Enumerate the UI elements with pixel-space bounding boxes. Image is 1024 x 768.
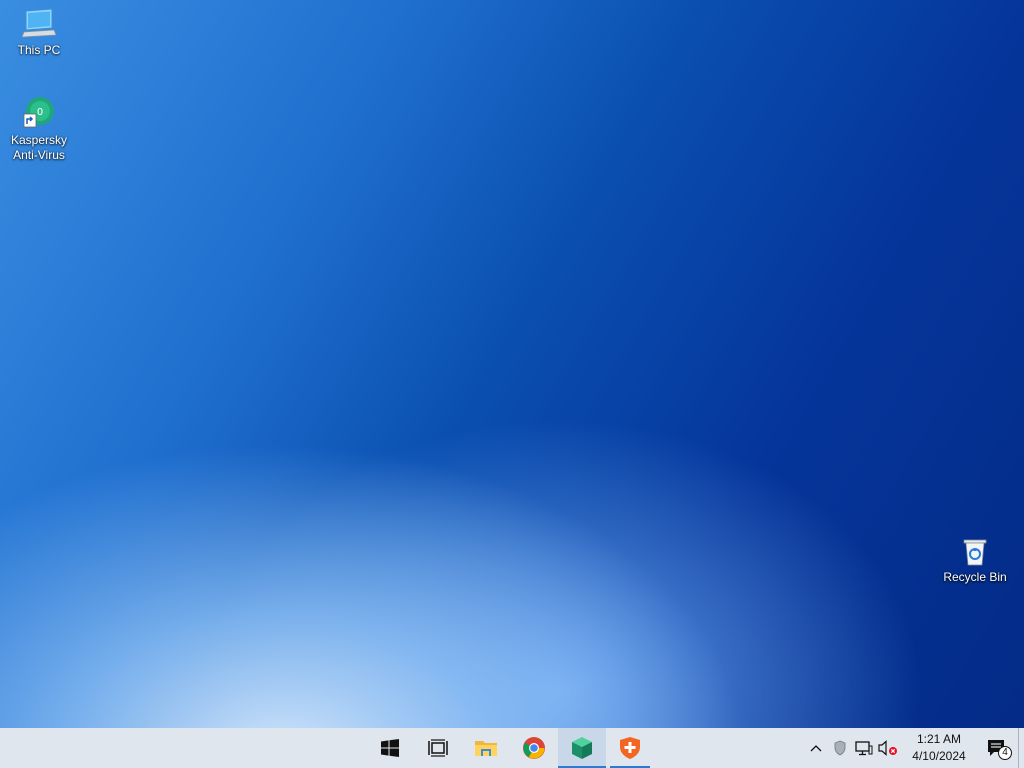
desktop-icon-recycle-bin[interactable]: Recycle Bin bbox=[937, 535, 1013, 585]
security-app-button[interactable] bbox=[606, 728, 654, 768]
windows-logo-icon bbox=[381, 739, 399, 757]
task-view-button[interactable] bbox=[414, 728, 462, 768]
this-pc-icon bbox=[22, 8, 56, 38]
recycle-bin-icon bbox=[963, 539, 987, 566]
clock-time: 1:21 AM bbox=[916, 732, 962, 746]
desktop-icon-label: Recycle Bin bbox=[943, 570, 1007, 584]
security-tray-button[interactable] bbox=[828, 728, 852, 768]
notification-count-badge: 4 bbox=[998, 746, 1012, 760]
taskbar: 1:21 AM 4/10/2024 4 bbox=[0, 728, 1024, 768]
desktop-icon-label: This PC bbox=[17, 43, 61, 57]
kaspersky-icon: 0 bbox=[23, 97, 54, 128]
action-center-button[interactable]: 4 bbox=[974, 728, 1018, 768]
svg-text:0: 0 bbox=[37, 107, 43, 118]
volume-muted-icon bbox=[878, 740, 897, 756]
chrome-icon bbox=[523, 737, 545, 759]
chevron-up-icon bbox=[810, 745, 822, 752]
folder-icon bbox=[475, 741, 497, 756]
show-desktop-button[interactable] bbox=[1018, 728, 1024, 768]
kaspersky-cube-icon bbox=[572, 737, 592, 759]
taskbar-clock[interactable]: 1:21 AM 4/10/2024 bbox=[904, 728, 974, 768]
desktop-icon-label: Kaspersky Anti-Virus bbox=[10, 133, 68, 162]
kaspersky-taskbar-button[interactable] bbox=[558, 728, 606, 768]
security-shield-icon bbox=[834, 740, 846, 756]
volume-button[interactable] bbox=[876, 728, 900, 768]
show-hidden-icons-button[interactable] bbox=[804, 728, 828, 768]
taskbar-apps bbox=[366, 728, 654, 768]
shield-plus-icon bbox=[620, 737, 640, 759]
network-button[interactable] bbox=[852, 728, 876, 768]
desktop[interactable]: This PC 0 Kaspersky Anti-Virus Recycle B… bbox=[0, 0, 1024, 728]
file-explorer-button[interactable] bbox=[462, 728, 510, 768]
system-tray: 1:21 AM 4/10/2024 4 bbox=[804, 728, 1024, 768]
desktop-icon-kaspersky[interactable]: 0 Kaspersky Anti-Virus bbox=[1, 96, 77, 163]
network-icon bbox=[855, 741, 873, 756]
start-button[interactable] bbox=[366, 728, 414, 768]
desktop-icon-this-pc[interactable]: This PC bbox=[1, 8, 77, 58]
clock-date: 4/10/2024 bbox=[912, 749, 966, 763]
task-view-icon bbox=[428, 739, 448, 757]
chrome-button[interactable] bbox=[510, 728, 558, 768]
